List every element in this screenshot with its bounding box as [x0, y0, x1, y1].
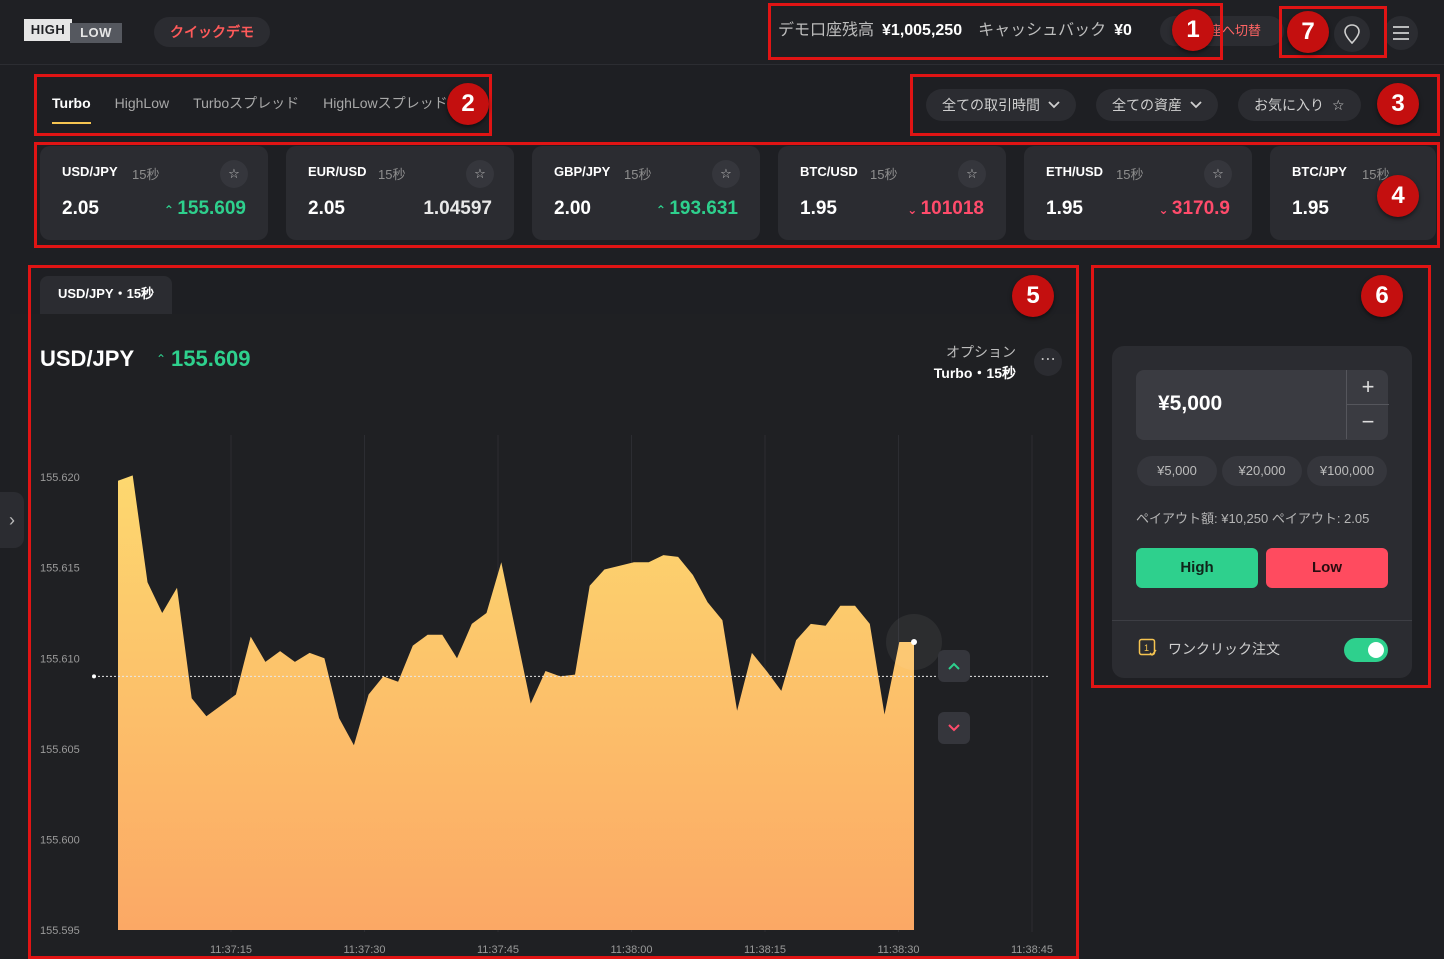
- high-low-logo[interactable]: HIGH LOW: [24, 19, 122, 43]
- quick-demo-badge[interactable]: クイックデモ: [154, 17, 270, 47]
- annotation-box-1: [768, 3, 1223, 60]
- annotation-box-2: [34, 74, 492, 136]
- annotation-badge-1: 1: [1172, 9, 1214, 51]
- annotation-box-3: [910, 74, 1440, 136]
- annotation-badge-7: 7: [1287, 11, 1329, 53]
- annotation-badge-6: 6: [1361, 275, 1403, 317]
- annotation-badge-5: 5: [1012, 275, 1054, 317]
- logo-high-text: HIGH: [24, 19, 72, 41]
- annotation-badge-4: 4: [1377, 175, 1419, 217]
- hamburger-menu-button[interactable]: [1384, 16, 1418, 50]
- menu-icon: [1393, 26, 1409, 40]
- annotation-box-5: [28, 265, 1079, 959]
- logo-low-text: LOW: [70, 23, 122, 43]
- annotation-box-6: [1091, 265, 1431, 688]
- annotation-badge-3: 3: [1377, 83, 1419, 125]
- annotation-badge-2: 2: [447, 83, 489, 125]
- annotation-box-4: [34, 142, 1440, 248]
